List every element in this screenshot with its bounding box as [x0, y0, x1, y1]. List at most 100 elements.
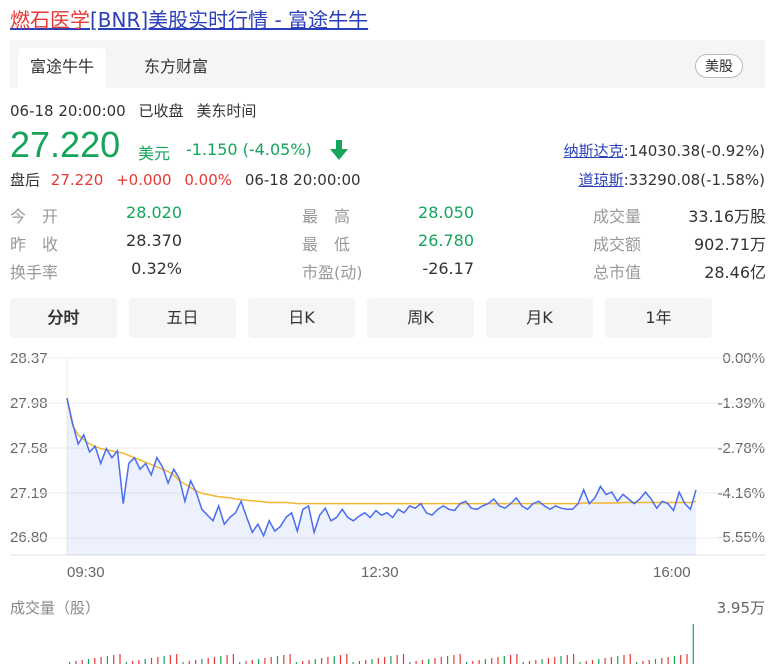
- volume-bar: [692, 624, 694, 664]
- intraday-chart[interactable]: [0, 0, 781, 669]
- volume-bar: [195, 660, 197, 664]
- volume-bar: [176, 654, 178, 664]
- volume-bar: [283, 655, 285, 664]
- volume-bar: [289, 654, 291, 664]
- volume-bar: [371, 659, 373, 664]
- volume-bar: [226, 655, 228, 664]
- volume-bar: [459, 654, 461, 664]
- volume-bar: [541, 659, 543, 664]
- volume-bar: [302, 661, 304, 664]
- volume-bar: [560, 656, 562, 664]
- volume-bar: [144, 659, 146, 664]
- volume-bar: [264, 658, 266, 664]
- volume-bar: [402, 654, 405, 664]
- volume-bar: [491, 658, 493, 664]
- volume-bar: [484, 659, 486, 664]
- volume-bar: [636, 662, 638, 664]
- volume-bar: [157, 657, 159, 664]
- volume-bar: [75, 661, 77, 664]
- volume-bar: [207, 658, 209, 664]
- volume-bar: [522, 662, 524, 664]
- volume-bar: [365, 660, 367, 664]
- volume-bar: [585, 661, 587, 664]
- volume-bar: [295, 662, 297, 664]
- volume-bar: [440, 657, 442, 664]
- volume-bar: [409, 662, 411, 664]
- volume-bar: [528, 661, 531, 664]
- volume-bar: [547, 658, 549, 664]
- volume-bar: [535, 660, 537, 664]
- volume-bar: [654, 659, 657, 664]
- volume-bar: [346, 654, 348, 664]
- volume-bar: [327, 657, 329, 664]
- volume-bar: [182, 662, 184, 664]
- volume-bar: [113, 655, 115, 664]
- volume-bar: [232, 654, 234, 664]
- volume-bar: [390, 656, 392, 664]
- volume-bar: [667, 657, 669, 664]
- volume-bar: [201, 659, 203, 664]
- volume-bar: [169, 655, 171, 664]
- volume-bar: [428, 659, 430, 664]
- volume-bar: [465, 662, 468, 664]
- volume-bar: [642, 661, 644, 664]
- volume-bar: [119, 654, 121, 664]
- volume-bar: [94, 658, 96, 664]
- volume-bar: [138, 660, 140, 664]
- volume-bar: [447, 656, 449, 664]
- volume-bar: [516, 654, 518, 664]
- volume-bar: [686, 654, 688, 664]
- volume-bar: [604, 658, 606, 664]
- volume-bar: [453, 655, 455, 664]
- volume-bar: [421, 660, 423, 664]
- volume-bar: [132, 661, 134, 664]
- volume-bar: [673, 656, 675, 664]
- volume-bar: [163, 656, 165, 664]
- volume-bar: [623, 655, 625, 664]
- volume-bar: [100, 657, 102, 664]
- volume-bar: [591, 660, 594, 664]
- volume-bar: [566, 655, 568, 664]
- volume-bar: [358, 661, 360, 664]
- volume-bar: [87, 659, 90, 664]
- volume-bar: [384, 657, 386, 664]
- volume-bar: [213, 657, 216, 664]
- volume-bar: [276, 656, 279, 664]
- volume-bar: [188, 661, 190, 664]
- volume-bar: [610, 657, 612, 664]
- volume-bar: [598, 659, 600, 664]
- volume-bar: [69, 662, 71, 664]
- volume-bar: [478, 660, 480, 664]
- volume-bar: [333, 656, 335, 664]
- volume-bar: [258, 659, 260, 664]
- volume-bar: [339, 655, 342, 664]
- volume-bars: [69, 624, 694, 664]
- volume-bar: [415, 661, 417, 664]
- volume-bar: [245, 661, 247, 664]
- volume-bar: [150, 658, 153, 664]
- volume-bar: [270, 657, 272, 664]
- volume-bar: [554, 657, 556, 664]
- volume-bar: [321, 658, 323, 664]
- volume-bar: [352, 662, 354, 664]
- volume-bar: [81, 660, 83, 664]
- volume-bar: [251, 660, 253, 664]
- volume-bar: [503, 656, 505, 664]
- volume-bar: [472, 661, 474, 664]
- volume-bar: [617, 656, 619, 664]
- volume-bar: [308, 660, 310, 664]
- volume-bar: [510, 655, 512, 664]
- volume-bar: [220, 656, 222, 664]
- volume-bar: [680, 655, 682, 664]
- volume-bar: [396, 655, 398, 664]
- volume-bar: [573, 654, 575, 664]
- volume-bar: [629, 654, 631, 664]
- volume-bar: [106, 656, 108, 664]
- volume-bar: [648, 660, 650, 664]
- volume-bar: [434, 658, 436, 664]
- volume-bar: [239, 662, 241, 664]
- volume-bar: [661, 658, 663, 664]
- volume-bar: [314, 659, 316, 664]
- price-area: [67, 398, 696, 555]
- volume-bar: [579, 662, 581, 664]
